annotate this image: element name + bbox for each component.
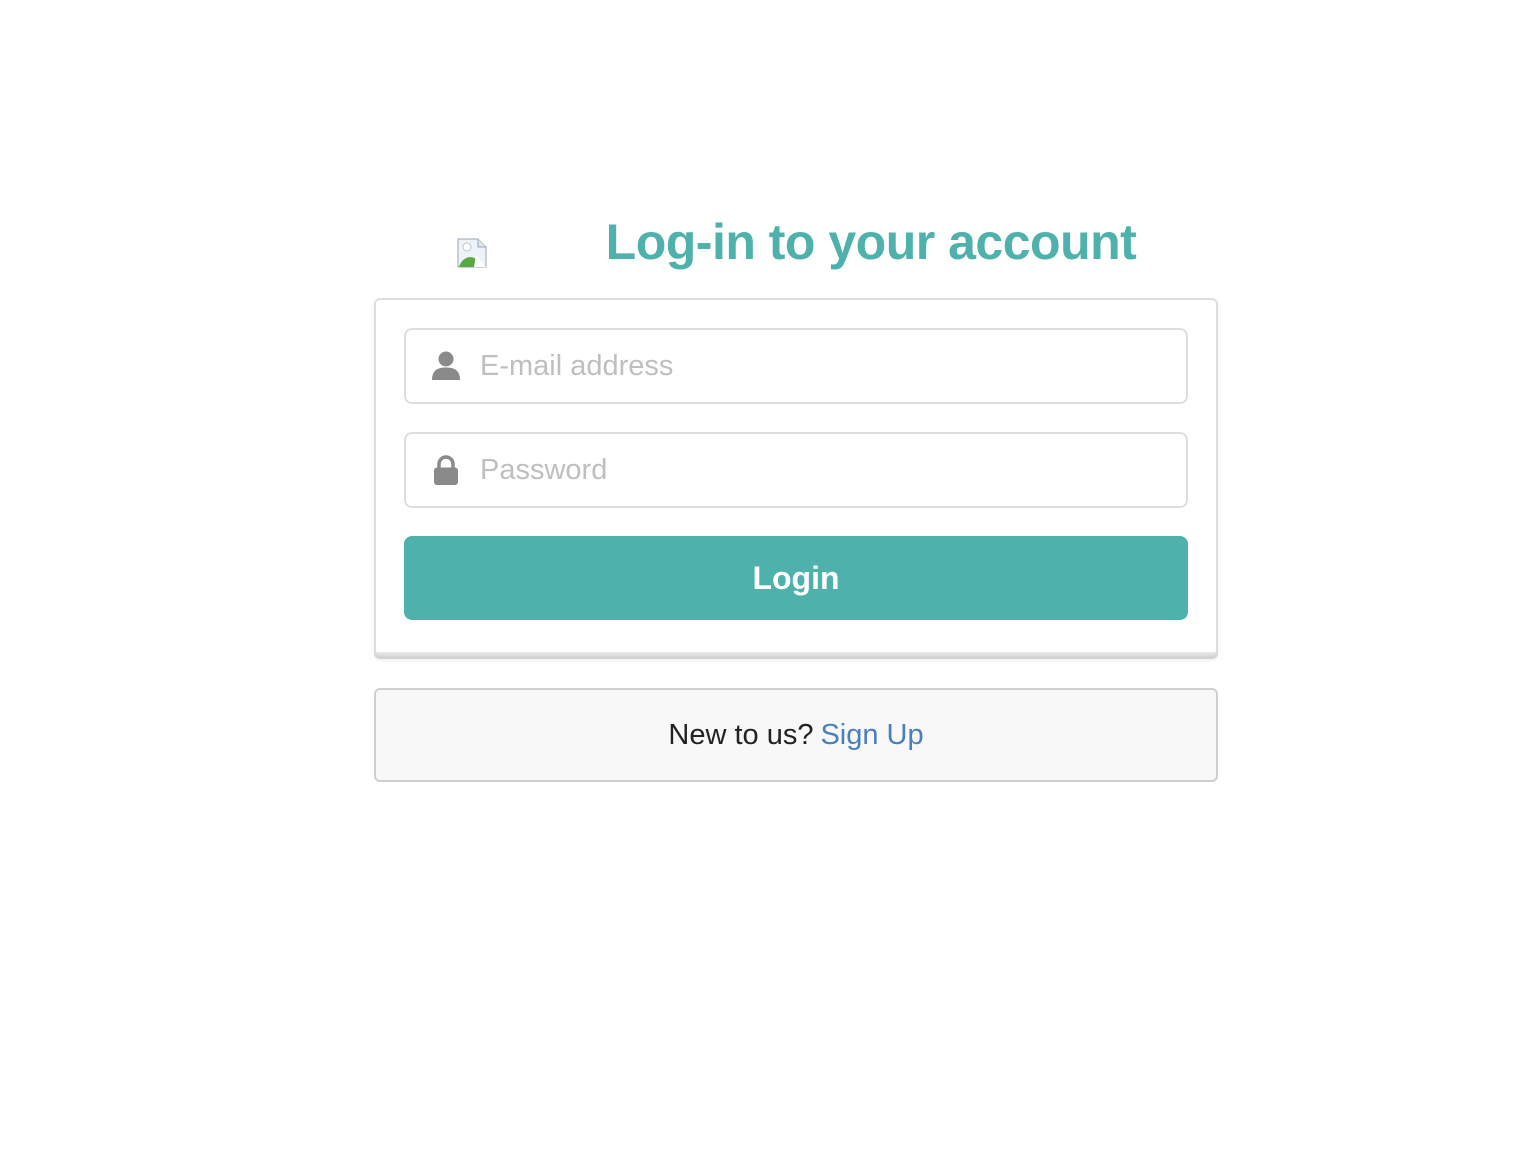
lock-icon xyxy=(430,454,462,486)
broken-image-icon xyxy=(456,237,488,269)
email-field[interactable] xyxy=(404,328,1188,404)
user-icon xyxy=(430,350,462,382)
signup-prompt: New to us? xyxy=(668,718,814,751)
password-field[interactable] xyxy=(404,432,1188,508)
signup-link[interactable]: Sign Up xyxy=(820,719,923,752)
email-input[interactable] xyxy=(480,330,1170,402)
login-page: Log-in to your account Login xyxy=(0,0,1530,1150)
page-title: Log-in to your account xyxy=(605,214,1137,270)
password-input[interactable] xyxy=(480,434,1170,506)
login-button[interactable]: Login xyxy=(404,536,1188,620)
login-form-card: Login xyxy=(374,298,1218,656)
card-divider xyxy=(376,652,1216,654)
page-header: Log-in to your account xyxy=(374,210,1218,274)
signup-message: New to us? Sign Up xyxy=(374,688,1218,782)
